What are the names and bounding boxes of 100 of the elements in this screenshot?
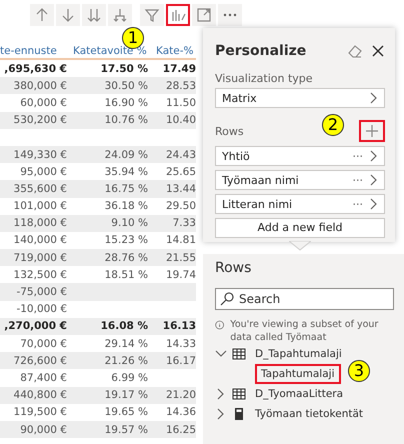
close-icon [371, 44, 385, 58]
tree-item[interactable]: Työmaan tietokentät [251, 406, 368, 422]
up-arrow-icon[interactable] [34, 7, 50, 23]
table-cell-text: 118,000 € [12, 217, 67, 230]
table-cell-text: 25.65 [164, 166, 196, 178]
table-cell-text: 14.33 [164, 338, 196, 350]
more-options-button[interactable]: ··· [352, 198, 363, 210]
field-name: Litteran nimi [222, 198, 294, 210]
focus-mode-icon[interactable] [196, 7, 212, 23]
field-name: Työmaan nimi [222, 174, 300, 186]
table-cell-text: 60,000 € [19, 96, 67, 109]
table-cell-text: 355,600 € [12, 182, 67, 195]
table-cell-text: ,270,000 € [3, 320, 67, 332]
column-header[interactable]: te-ennuste [0, 45, 67, 57]
calculator-icon [232, 407, 246, 421]
table-cell-text: 16.13 [162, 320, 196, 332]
visualization-dropdown[interactable]: Matrix [215, 88, 385, 108]
eraser-icon [347, 44, 363, 58]
table-cell-text: 726,600 € [12, 354, 67, 367]
down-arrow-button[interactable] [56, 4, 80, 26]
filter-button[interactable] [140, 4, 164, 26]
table-cell-text: -75,000 € [15, 286, 67, 298]
table-cell-text: 29.14 % [104, 338, 149, 350]
table-cell-text: 140,000 € [12, 234, 67, 246]
field-label: Visualization type [215, 72, 314, 85]
info-icon [215, 318, 224, 332]
table-cell-text: 149,330 € [12, 148, 67, 161]
chevron-right-icon [368, 149, 378, 163]
table-cell-text: 36.18 % [104, 200, 149, 212]
table-cell-text: 18.51 % [104, 268, 149, 281]
table-cell-text: 14.36 [164, 406, 196, 418]
table-cell-text: 16.90 % [104, 96, 149, 109]
table-cell-text: 19.17 % [104, 389, 149, 402]
table-cell-text: 440,800 € [12, 389, 67, 402]
add-field-button[interactable]: Add a new field [215, 218, 385, 238]
more-options-button[interactable]: ··· [352, 174, 363, 186]
table-cell-text: 21.26 % [104, 354, 149, 367]
info-text: You're viewing a subset of your data called Työmaat [230, 318, 380, 344]
table-cell-text: 9.10 % [110, 217, 149, 230]
up-arrow-button[interactable] [30, 4, 54, 26]
table-cell-text: 29.50 [164, 200, 196, 212]
table-cell-text: 6.99 % [110, 372, 149, 384]
table-cell-text: ,695,630 € [3, 62, 67, 75]
table-cell-text: 17.50 % [100, 62, 149, 75]
table-cell-text: 16.25 [164, 424, 196, 436]
table-cell-text: 14.81 [164, 234, 196, 246]
table-cell-text: 24.09 % [104, 148, 149, 161]
fork-button[interactable] [108, 4, 132, 26]
table-cell-text: 10.76 % [104, 114, 149, 126]
more-options-button[interactable]: ··· [352, 150, 363, 162]
table-cell-text: 7.33 [172, 217, 196, 230]
double-down-arrow-button[interactable] [82, 4, 106, 26]
table-cell-text: 17.49 [162, 62, 196, 75]
tree-item[interactable]: D_Tapahtumalaji [251, 346, 346, 362]
table-cell-text: 16.08 % [100, 320, 149, 332]
chevron-right-icon [368, 173, 378, 187]
tree-item[interactable]: Tapahtumalaji [255, 364, 340, 384]
chevron-right-icon [368, 91, 378, 105]
table-cell-text: 10.40 [164, 114, 196, 126]
fork-icon[interactable] [112, 7, 128, 23]
plus-icon[interactable] [366, 125, 378, 137]
field-label: Rows [215, 124, 244, 138]
field-well[interactable]: Litteran nimi ··· [215, 194, 385, 214]
table-cell-text: 19.57 % [104, 424, 149, 436]
table-cell-text: 35.94 % [104, 166, 149, 178]
chevron-right-icon [368, 197, 378, 211]
table-cell-text: 132,500 € [12, 268, 67, 281]
focus-mode-button[interactable] [192, 4, 216, 26]
filter-icon[interactable] [144, 7, 160, 23]
table-cell-text: 21.20 [164, 389, 196, 402]
add-button[interactable] [359, 120, 385, 142]
table-cell-text: 380,000 € [12, 80, 67, 92]
panel-title: Rows [215, 260, 252, 276]
table-cell-text: 16.75 % [104, 182, 149, 195]
column-header[interactable]: Kate-% [152, 45, 200, 57]
table-cell-text: 95,000 € [19, 166, 67, 178]
tree-item[interactable]: D_TyomaaLittera [251, 386, 348, 402]
dropdown-value: Matrix [222, 92, 258, 104]
table-cell-text: 90,000 € [19, 424, 67, 436]
table-cell-text: 101,000 € [12, 200, 67, 212]
chart-pen-icon[interactable] [170, 7, 186, 23]
table-cell-text: 719,000 € [12, 252, 67, 264]
table-icon [232, 347, 246, 361]
table-cell-text: 16.17 [164, 354, 196, 367]
table-icon [232, 387, 246, 401]
table-cell-text: 15.23 % [104, 234, 149, 246]
field-well[interactable]: Yhtiö ··· [215, 146, 385, 166]
table-cell-text: 87,400 € [19, 372, 67, 384]
table-cell-text: 28.76 % [104, 252, 149, 264]
table-cell-text: 24.43 [164, 148, 196, 161]
table-cell-text: 21.55 [164, 252, 196, 264]
table-cell-text: 119,500 € [12, 406, 67, 418]
down-arrow-icon[interactable] [60, 7, 76, 23]
search-field[interactable]: Search [215, 288, 394, 310]
double-down-arrow-icon[interactable] [86, 7, 102, 23]
table-cell-text: 30.50 % [104, 80, 149, 92]
field-well[interactable]: Työmaan nimi ··· [215, 170, 385, 190]
chart-pen-button[interactable] [166, 4, 190, 26]
table-cell-text: 13.44 [164, 182, 196, 195]
more-options-button[interactable] [218, 4, 242, 26]
